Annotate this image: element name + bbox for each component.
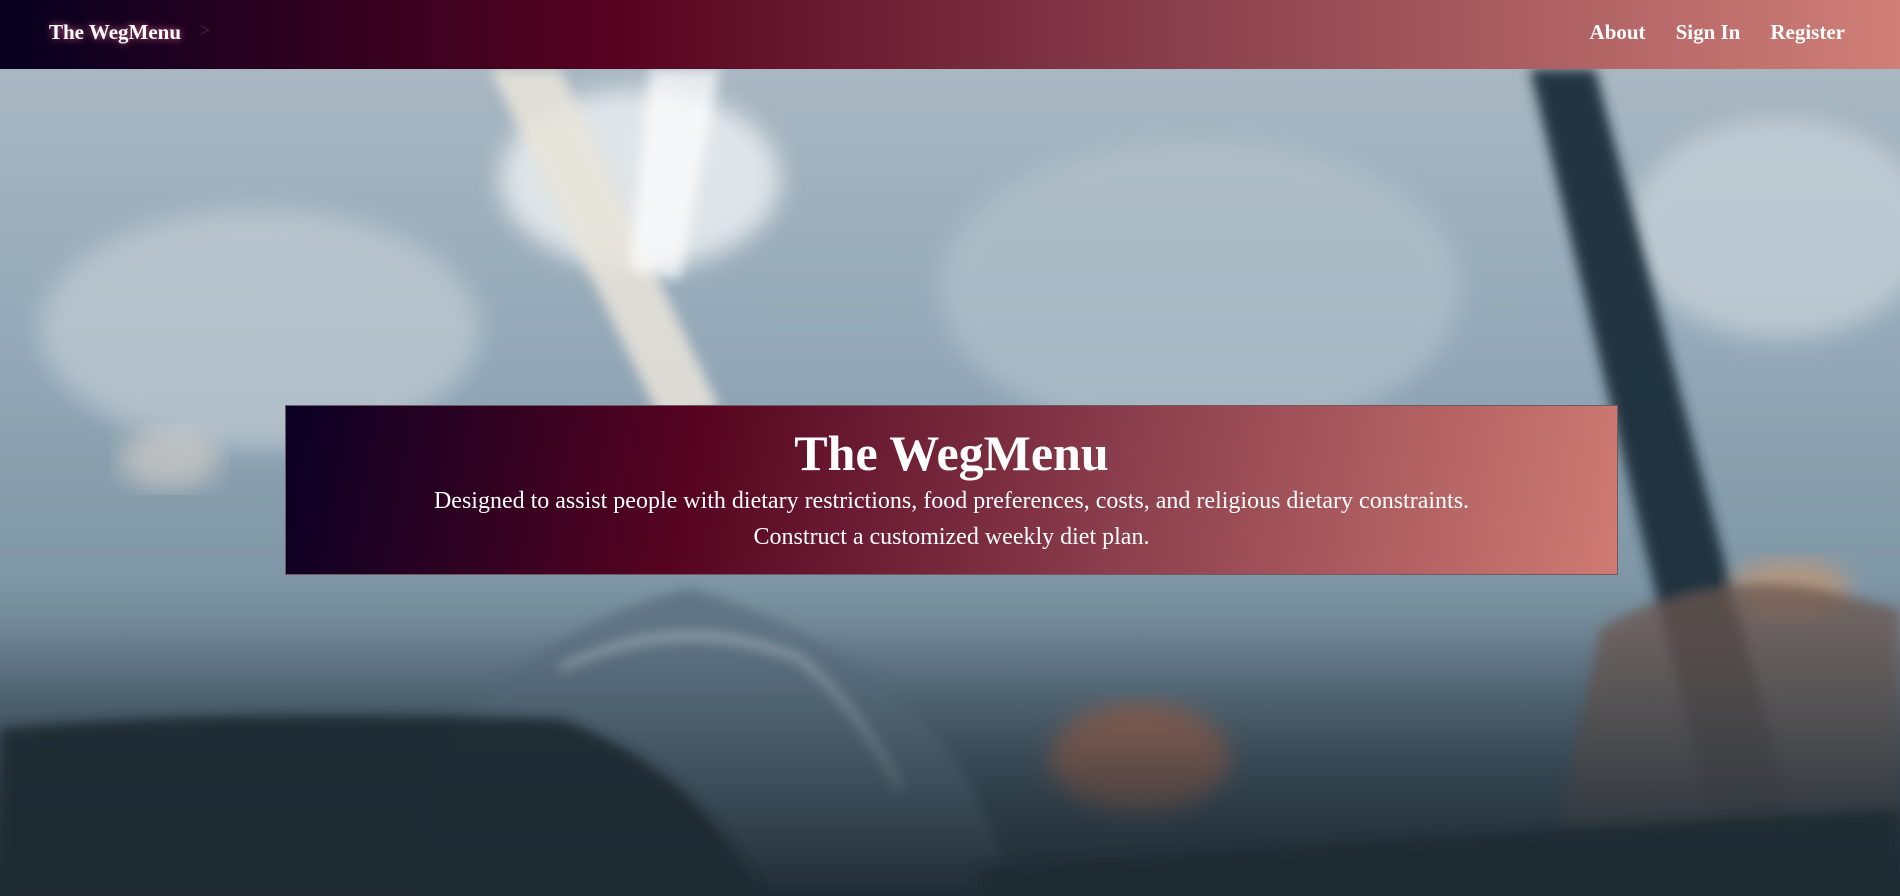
top-navbar: The WegMenu > About Sign In Register	[0, 0, 1900, 69]
nav-links: About Sign In Register	[1590, 20, 1845, 45]
hero-description: Designed to assist people with dietary r…	[433, 488, 1470, 514]
nav-link-register[interactable]: Register	[1770, 20, 1845, 45]
hero-subtitle: Construct a customized weekly diet plan.	[753, 524, 1150, 550]
hero-banner: The WegMenu Designed to assist people wi…	[285, 405, 1618, 575]
brand-link[interactable]: The WegMenu	[49, 20, 181, 45]
nav-link-about[interactable]: About	[1590, 20, 1646, 45]
nav-toggle-chevron-icon[interactable]: >	[200, 20, 210, 41]
hero-title: The WegMenu	[794, 425, 1109, 481]
nav-link-sign-in[interactable]: Sign In	[1676, 20, 1741, 45]
